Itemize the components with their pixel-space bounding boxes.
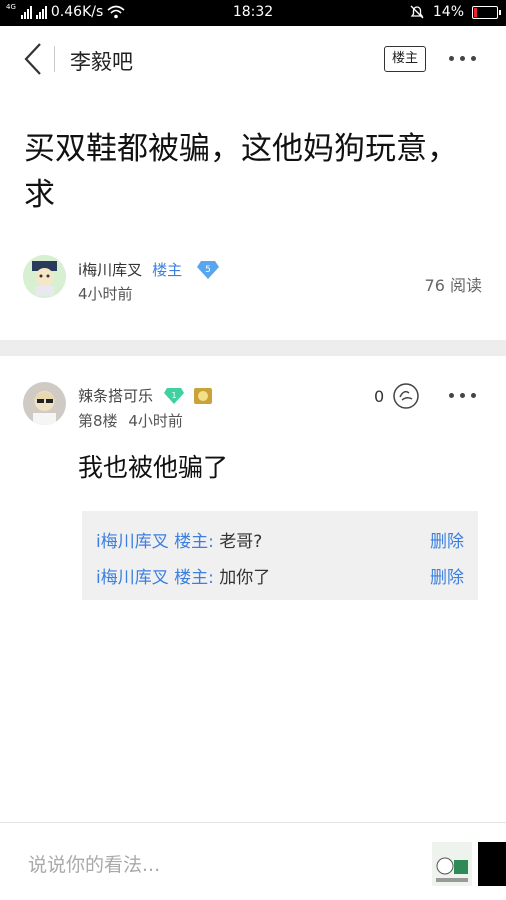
sub-reply-author[interactable]: i梅川库叉 楼主: [96, 532, 214, 552]
level-badge-icon: 1 [164, 387, 185, 404]
like-hand-icon[interactable] [390, 381, 422, 411]
level-badge-icon: 5 [197, 260, 220, 279]
sticker-thumbnail[interactable] [432, 842, 472, 886]
sub-reply[interactable]: i梅川库叉 楼主: 老哥? [96, 527, 262, 552]
reply-text: 我也被他骗了 [78, 453, 229, 482]
sticker-thumbnail-2[interactable] [478, 842, 506, 886]
delete-button[interactable]: 删除 [430, 563, 464, 588]
reply-avatar[interactable] [23, 382, 66, 425]
author-avatar[interactable] [23, 255, 66, 298]
delete-button[interactable]: 删除 [430, 527, 464, 552]
post-author: i梅川库叉 楼主 5 [78, 259, 220, 280]
sub-reply[interactable]: i梅川库叉 楼主: 加你了 [96, 563, 270, 588]
reply-author: 辣条搭可乐 1 [78, 385, 213, 406]
top-nav: 李毅吧 楼主 [0, 26, 506, 92]
owner-tag: 楼主 [152, 261, 183, 279]
sub-reply-text: 加你了 [219, 568, 271, 588]
comment-input[interactable]: 说说你的看法... [28, 850, 160, 877]
author-name[interactable]: i梅川库叉 [78, 259, 142, 280]
owner-only-button[interactable]: 楼主 [384, 46, 426, 72]
battery-icon [472, 5, 501, 19]
sub-reply-author[interactable]: i梅川库叉 楼主: [96, 568, 214, 588]
forum-name[interactable]: 李毅吧 [70, 46, 133, 76]
member-badge-icon [194, 387, 213, 404]
battery-percent: 14% [432, 4, 464, 20]
read-count: 76 阅读 [424, 276, 482, 295]
back-arrow-icon[interactable] [22, 42, 46, 76]
mute-bell-icon [410, 5, 424, 19]
bottom-divider [0, 822, 506, 823]
sub-reply-text: 老哥? [219, 532, 263, 552]
nav-divider [54, 46, 55, 72]
reply-more-icon[interactable] [449, 393, 476, 398]
status-bar: 4G 0.46K/s 18:32 14% [0, 0, 506, 26]
more-options-icon[interactable] [449, 56, 476, 61]
floor-number: 第8楼 [78, 412, 118, 430]
post-title: 买双鞋都被骗，这他妈狗玩意，求 [24, 131, 458, 213]
reply-meta: 第8楼 4小时前 [78, 410, 183, 431]
like-count: 0 [374, 387, 385, 406]
reply-level-number: 1 [171, 391, 176, 400]
reply-author-name[interactable]: 辣条搭可乐 [78, 385, 153, 406]
post-time: 4小时前 [78, 285, 133, 303]
section-divider [0, 340, 506, 356]
level-badge-number: 5 [205, 265, 211, 275]
reply-time: 4小时前 [128, 412, 183, 430]
sub-replies: i梅川库叉 楼主: 老哥? 删除 i梅川库叉 楼主: 加你了 删除 [82, 511, 478, 600]
